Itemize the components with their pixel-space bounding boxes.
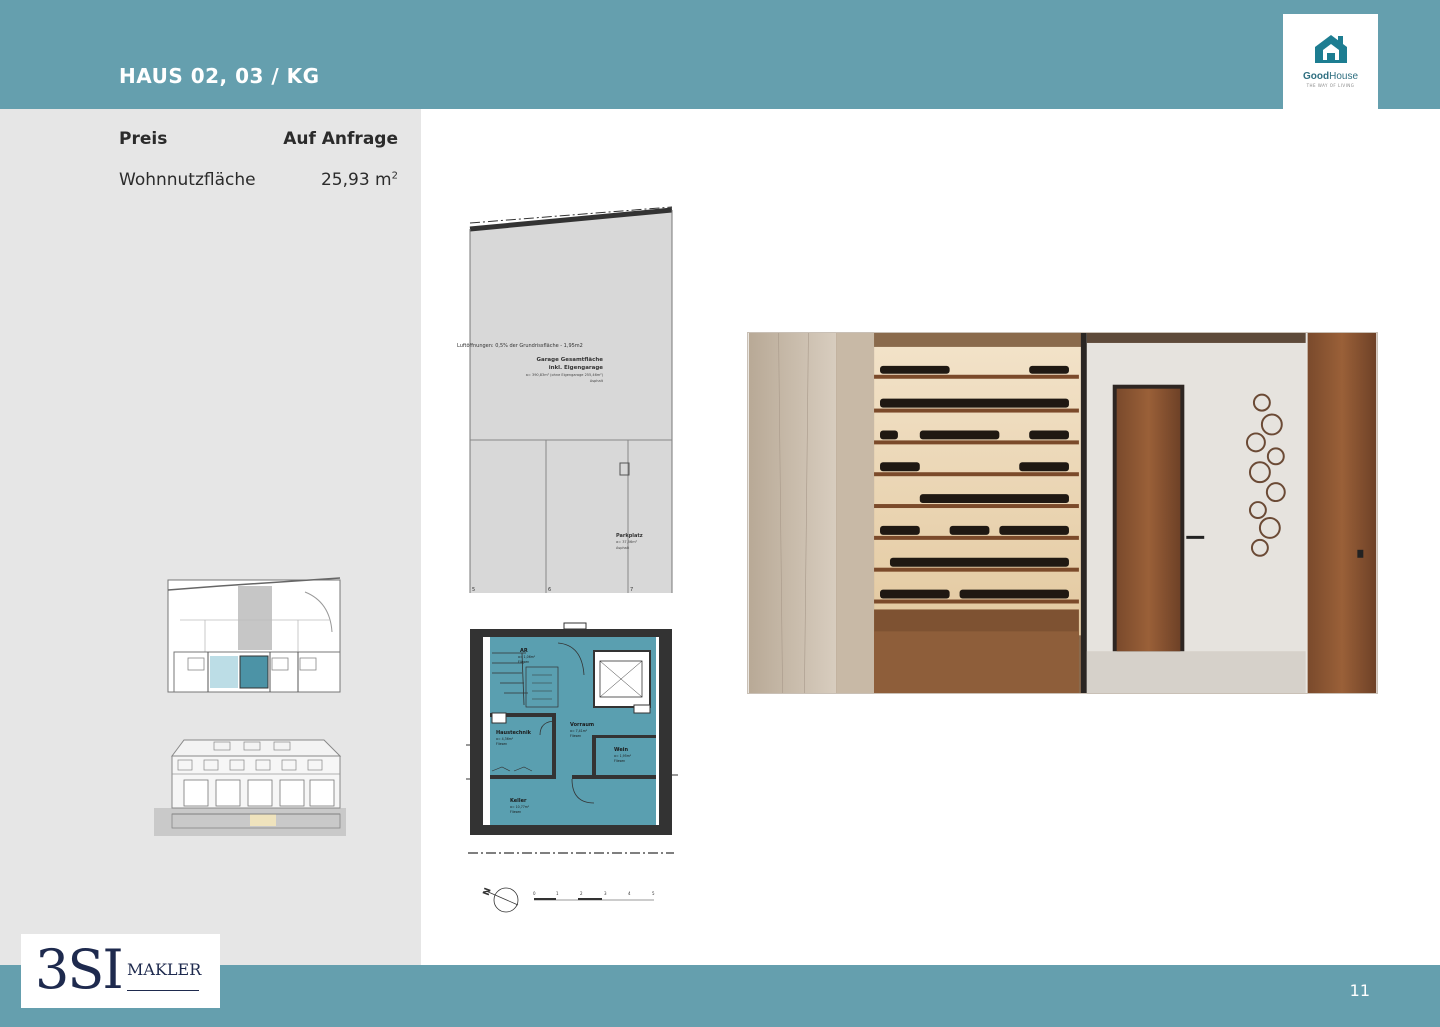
garage-title: Garage Gesamtfläche xyxy=(536,357,603,363)
room-area: a= 10,77m² xyxy=(510,805,530,809)
parking-label: Parkplatz xyxy=(616,533,643,539)
garage-floor: Asphalt xyxy=(590,379,604,383)
room-label: Keller xyxy=(510,798,527,804)
area-value: 25,93 m2 xyxy=(321,170,398,190)
area-row: Wohnnutzfläche 25,93 m2 xyxy=(119,170,398,190)
scale-label: 2 xyxy=(580,891,583,896)
room-floor: Fliesen xyxy=(510,810,521,814)
room-area: a= 1,06m² xyxy=(518,655,536,659)
price-value: Auf Anfrage xyxy=(283,129,398,149)
room-label: Vorraum xyxy=(570,722,594,728)
room-floor: Fliesen xyxy=(570,734,581,738)
price-row: Preis Auf Anfrage xyxy=(119,129,398,149)
area-number: 25,93 m xyxy=(320,170,392,190)
stall-number: 7 xyxy=(630,587,633,593)
stall-number: 5 xyxy=(472,587,475,593)
parking-floor: Asphalt xyxy=(616,546,630,550)
wine-cellar-photo xyxy=(747,332,1378,694)
scale-label: 1 xyxy=(556,891,559,896)
scale-bar xyxy=(534,898,654,901)
logo-wordmark-light: House xyxy=(1329,71,1358,82)
room-floor: Fliesen xyxy=(496,742,507,746)
logo-tagline: THE WAY OF LIVING xyxy=(1306,83,1355,88)
room-area: a= 4,36m² xyxy=(496,737,514,741)
goodhouse-logo: GoodHouse THE WAY OF LIVING xyxy=(1283,14,1378,109)
room-area: a= 1,95m² xyxy=(614,754,632,758)
house-logo-icon xyxy=(1315,35,1347,63)
room-floor: Fliesen xyxy=(614,759,625,763)
elevation-thumbnail xyxy=(154,739,346,836)
room-label: Haustechnik xyxy=(496,730,532,736)
page-number: 11 xyxy=(1349,981,1370,1000)
garage-note: Luftöffnungen: 0,5% der Grundrissfläche … xyxy=(457,343,583,349)
area-unit-superscript: 2 xyxy=(391,170,398,182)
brand-main-text: 3SI xyxy=(35,938,124,1001)
room-floor: Fliesen xyxy=(518,660,529,664)
garage-subtitle: inkl. Eigengarage xyxy=(549,365,604,371)
basement-floorplan: Luftöffnungen: 0,5% der Grundrissfläche … xyxy=(457,206,678,913)
stall-number: 6 xyxy=(548,587,551,593)
price-label: Preis xyxy=(119,129,168,149)
logo-wordmark: GoodHouse xyxy=(1283,71,1378,82)
logo-wordmark-bold: Good xyxy=(1302,71,1330,82)
header-bar: HAUS 02, 03 / KG xyxy=(0,0,1440,109)
area-label: Wohnnutzfläche xyxy=(119,170,256,190)
room-area: a= 7,41m² xyxy=(570,729,588,733)
scale-label: 5 xyxy=(652,891,655,896)
3si-makler-logo: 3SI MAKLER xyxy=(21,934,220,1008)
brand-underline xyxy=(127,990,199,991)
north-label: N xyxy=(482,887,494,898)
scale-label: 4 xyxy=(628,891,631,896)
scale-label: 0 xyxy=(533,891,536,896)
room-label: AR xyxy=(520,648,528,654)
brand-sub-text: MAKLER xyxy=(127,960,202,979)
garage-area: a= 390,83m² (ohne Eigengarage 255,46m²) xyxy=(526,373,604,377)
parking-area: a= 37,56m² xyxy=(616,540,638,544)
page-title: HAUS 02, 03 / KG xyxy=(119,64,320,88)
scale-label: 3 xyxy=(604,891,607,896)
overview-floorplan-thumbnail xyxy=(167,577,341,693)
room-label: Wein xyxy=(614,747,628,753)
